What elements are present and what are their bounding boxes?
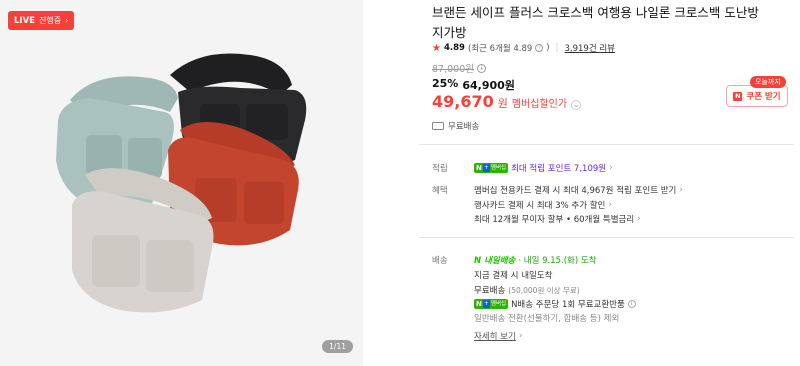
shipping-exclusion-text: 일반배송 전환(선물하기, 합배송 등) 제외: [474, 314, 620, 324]
chevron-right-icon: ›: [608, 200, 612, 210]
free-shipping-condition: (50,000원 이상 무료): [508, 285, 580, 295]
info-icon[interactable]: i: [476, 63, 486, 73]
perk-text: 최대 12개월 무이자 할부 • 60개월 특별금리: [474, 215, 635, 225]
free-exchange-row: N + 멤버십 N배송 주문당 1회 무료교환반품 i: [474, 298, 636, 310]
badge-membership: 멤버십: [490, 165, 507, 171]
product-info-panel: 브랜든 세이프 플러스 크로스백 여행용 나일론 크로스백 도난방지가방 ★ 4…: [419, 0, 794, 366]
coupon-deadline-badge: 오늘까지: [750, 76, 786, 88]
section-divider: [419, 237, 794, 238]
free-shipping-label: 무료배송: [448, 122, 480, 132]
chevron-right-icon: ›: [637, 214, 641, 224]
chevron-right-icon: ›: [679, 185, 683, 195]
rating-score: 4.89: [443, 43, 465, 53]
free-shipping-tag: 무료배송: [432, 120, 479, 132]
help-icon[interactable]: ?: [535, 44, 544, 52]
image-counter: 1/11: [322, 340, 353, 353]
product-image-gallery[interactable]: LIVE 진행중 › 1/11: [0, 0, 363, 366]
star-icon: ★: [432, 42, 441, 54]
original-price-value: 87,000원: [432, 64, 474, 75]
rating-row: ★ 4.89 (최근 6개월 4.89 ? ) | 3,919건 리뷰: [432, 42, 616, 55]
free-exchange-text: N배송 주문당 1회 무료교환반품: [511, 300, 625, 310]
discount-price-value: 64,900원: [462, 79, 515, 92]
shipping-label: 배송: [432, 256, 448, 266]
perk-item[interactable]: 멤버십 전용카드 결제 시 최대 4,967원 적립 포인트 받기 ›: [474, 184, 683, 196]
badge-plus: +: [482, 300, 490, 308]
live-label: LIVE: [14, 15, 35, 26]
perks-label: 혜택: [432, 186, 448, 196]
chevron-right-icon: ›: [518, 331, 523, 341]
badge-n: N: [476, 164, 482, 172]
coupon-button[interactable]: N 쿠폰 받기: [726, 85, 788, 107]
live-status: 진행중: [38, 16, 62, 25]
free-shipping-text: 무료배송: [474, 286, 506, 296]
review-count-link[interactable]: 3,919건 리뷰: [565, 42, 616, 54]
free-shipping-row: 무료배송 (50,000원 이상 무료): [474, 284, 580, 297]
product-photo: [56, 53, 307, 313]
rating-recent-close: ): [546, 43, 550, 53]
delivery-date: · 내일 9.15.(화) 도착: [518, 256, 597, 266]
perk-item[interactable]: 최대 12개월 무이자 할부 • 60개월 특별금리 ›: [474, 213, 641, 225]
coupon-button-label: 쿠폰 받기: [746, 92, 781, 102]
chevron-right-icon: ›: [609, 163, 613, 173]
discount-price: 25% 64,900원: [432, 77, 515, 93]
accrual-row[interactable]: N + 멤버십 최대 적립 포인트 7,109원 ›: [474, 162, 613, 174]
product-title: 브랜든 세이프 플러스 크로스백 여행용 나일론 크로스백 도난방지가방: [432, 5, 759, 40]
member-price-label: 멤버십할인가: [511, 99, 568, 110]
shipping-eta-row: N 내일배송 · 내일 9.15.(화) 도착: [474, 254, 597, 266]
perk-text: 멤버십 전용카드 결제 시 최대 4,967원 적립 포인트 받기: [474, 186, 677, 196]
perk-text: 행사카드 결제 시 최대 3% 추가 할인: [474, 201, 606, 211]
info-icon[interactable]: i: [627, 300, 636, 308]
pay-today-text: 지금 결제 시 내일도착: [474, 271, 553, 281]
badge-plus: +: [482, 164, 490, 172]
truck-icon: [432, 122, 444, 130]
badge-n: N: [476, 300, 482, 308]
accrual-label: 적립: [432, 164, 448, 174]
section-divider: [419, 144, 794, 145]
naver-plus-membership-badge: N + 멤버십: [474, 163, 509, 173]
naver-n-icon: N: [733, 91, 743, 101]
live-badge[interactable]: LIVE 진행중 ›: [8, 11, 75, 30]
max-points-text: 최대 적립 포인트 7,109원: [511, 164, 607, 174]
tomorrow-delivery-badge: N 내일배송: [474, 256, 516, 266]
chevron-right-icon: ›: [65, 16, 69, 25]
naver-plus-membership-badge: N + 멤버십: [474, 299, 509, 309]
chevron-down-icon[interactable]: ⌄: [571, 100, 582, 110]
member-price[interactable]: 49,670 원 멤버십할인가 ⌄: [432, 92, 582, 111]
details-link-label: 자세히 보기: [474, 332, 516, 342]
original-price: 87,000원 i: [432, 61, 486, 75]
member-price-amount: 49,670: [432, 92, 494, 111]
shipping-details-link[interactable]: 자세히 보기 ›: [474, 330, 522, 342]
perk-item[interactable]: 행사카드 결제 시 최대 3% 추가 할인 ›: [474, 199, 612, 211]
divider: |: [555, 43, 559, 53]
discount-percent: 25%: [432, 77, 459, 90]
rating-recent: (최근 6개월 4.89: [467, 44, 533, 54]
member-price-unit: 원: [497, 97, 508, 110]
badge-membership: 멤버십: [490, 301, 507, 307]
